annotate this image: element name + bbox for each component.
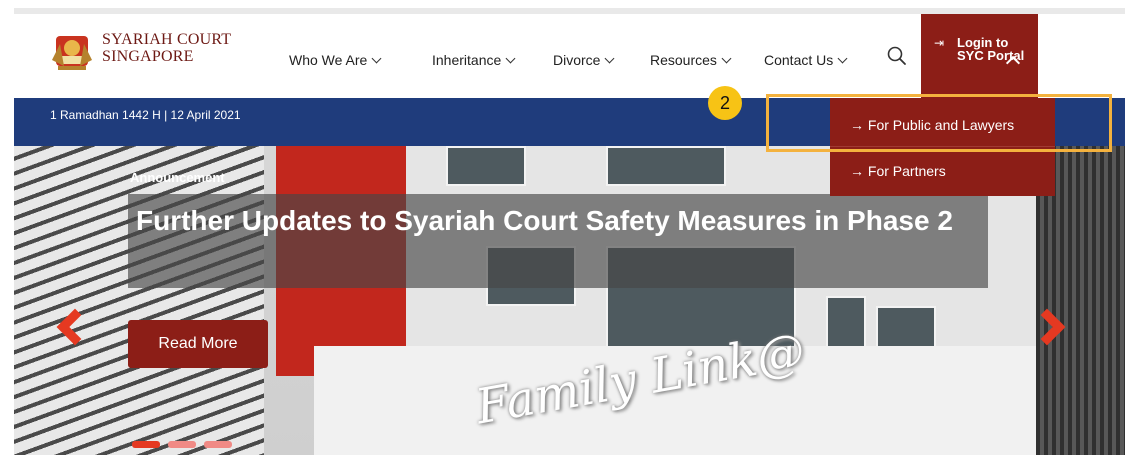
logo-line-2: SINGAPORE	[102, 48, 194, 65]
read-more-button[interactable]: Read More	[128, 320, 268, 368]
login-arrow-icon: ⇥	[934, 36, 945, 50]
carousel-dot[interactable]	[204, 441, 232, 448]
carousel-dot[interactable]	[168, 441, 196, 448]
nav-label: Contact Us	[764, 52, 834, 68]
chevron-down-icon	[371, 53, 382, 64]
carousel-dot-active[interactable]	[132, 441, 160, 448]
site-logo[interactable]: SYARIAH COURT SINGAPORE	[50, 28, 250, 74]
menu-item-partners[interactable]: → For Partners	[830, 147, 1055, 196]
announcement-tag: Announcement	[130, 170, 225, 185]
chevron-down-icon	[605, 53, 615, 64]
nav-label: Inheritance	[432, 52, 502, 68]
nav-who-we-are[interactable]: Who We Are	[289, 52, 382, 68]
site-header: SYARIAH COURT SINGAPORE Who We Are Inher…	[14, 14, 1125, 98]
logo-line-1: SYARIAH COURT	[102, 31, 232, 48]
chevron-down-icon	[721, 53, 732, 64]
nav-contact-us[interactable]: Contact Us	[764, 52, 848, 68]
nav-label: Who We Are	[289, 52, 368, 68]
nav-inheritance[interactable]: Inheritance	[432, 52, 516, 68]
login-button[interactable]: ⇥ Login to SYC Portal	[921, 14, 1038, 98]
crest-icon	[52, 36, 92, 70]
nav-resources[interactable]: Resources	[650, 52, 732, 68]
hero-headline: Further Updates to Syariah Court Safety …	[136, 205, 953, 236]
nav-label: Divorce	[553, 52, 601, 68]
highlight-box	[766, 94, 1112, 152]
chevron-down-icon	[837, 53, 848, 64]
building-window	[446, 146, 526, 186]
nav-label: Resources	[650, 52, 717, 68]
nav-divorce[interactable]: Divorce	[553, 52, 615, 68]
building-window	[606, 146, 726, 186]
date-text: 1 Ramadhan 1442 H | 12 April 2021	[50, 108, 241, 122]
chevron-down-icon	[505, 53, 516, 64]
step-badge: 2	[708, 86, 742, 120]
building-balconies	[14, 146, 264, 455]
search-icon[interactable]	[886, 45, 908, 67]
